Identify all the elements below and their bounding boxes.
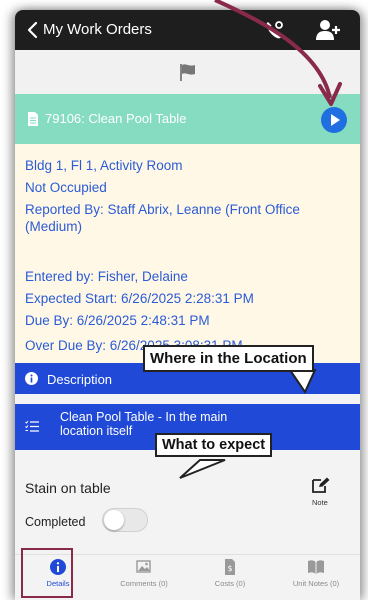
completed-toggle[interactable] (102, 508, 148, 532)
callout-location: Where in the Location (143, 345, 314, 372)
location-text: Bldg 1, Fl 1, Activity Room (25, 158, 183, 173)
due-by-text: Due By: 6/26/2025 2:48:31 PM (25, 313, 210, 328)
play-icon (331, 114, 340, 126)
expected-start-text: Expected Start: 6/26/2025 2:28:31 PM (25, 291, 254, 306)
tab-unit-notes-label: Unit Notes (0) (292, 579, 340, 588)
tab-costs[interactable]: $ Costs (0) (187, 559, 273, 599)
description-label: Description (47, 372, 113, 387)
page-title[interactable]: My Work Orders (43, 21, 152, 38)
flag-bar (15, 50, 360, 94)
tab-costs-label: Costs (0) (214, 579, 246, 588)
phone-screen: My Work Orders 79106: Clean Pool Table B… (15, 10, 360, 600)
work-order-details: Bldg 1, Fl 1, Activity Room Not Occupied… (15, 144, 360, 363)
work-order-title: 79106: Clean Pool Table (45, 111, 187, 126)
book-icon (308, 560, 324, 574)
tab-comments-label: Comments (0) (120, 579, 168, 588)
tab-comments[interactable]: Comments (0) (101, 559, 187, 599)
callout-expect: What to expect (155, 433, 273, 457)
toggle-knob (104, 510, 124, 530)
image-icon (136, 560, 151, 573)
note-button-label[interactable]: Note (312, 498, 328, 507)
flag-icon[interactable] (178, 62, 198, 82)
add-user-icon[interactable] (315, 18, 341, 42)
reported-by-text: Reported By: Staff Abrix, Leanne (Front … (25, 202, 300, 217)
occupancy-text: Not Occupied (25, 180, 107, 195)
edit-note-icon[interactable] (312, 477, 330, 493)
checklist-icon (25, 420, 39, 432)
completed-row: Completed (15, 508, 360, 538)
work-order-header[interactable]: 79106: Clean Pool Table (15, 94, 360, 144)
note-row: Stain on table Note (15, 450, 360, 507)
tab-unit-notes[interactable]: Unit Notes (0) (273, 559, 359, 599)
task-line-1: Clean Pool Table - In the main (60, 410, 228, 424)
chevron-left-icon[interactable] (23, 20, 43, 40)
start-button[interactable] (321, 107, 347, 133)
info-icon (25, 372, 38, 385)
note-text: Stain on table (25, 480, 111, 496)
navbar: My Work Orders (15, 10, 360, 50)
entered-by-text: Entered by: Fisher, Delaine (25, 269, 188, 284)
cost-document-icon: $ (225, 559, 235, 575)
document-icon (28, 112, 38, 126)
spacer (15, 394, 360, 404)
completed-label: Completed (25, 515, 86, 529)
priority-text: (Medium) (25, 219, 83, 234)
svg-text:$: $ (227, 564, 232, 573)
active-tab-highlight (21, 548, 73, 598)
phone-settings-icon[interactable] (263, 19, 285, 41)
